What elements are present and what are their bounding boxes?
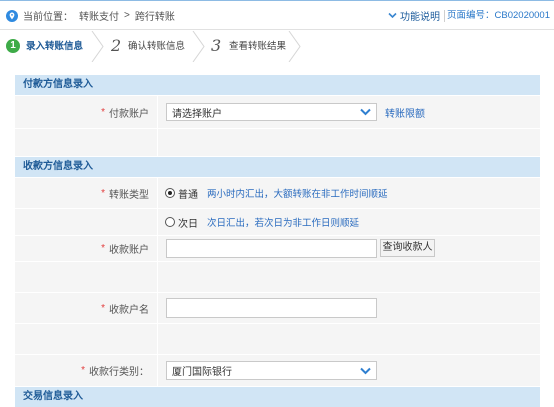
radio-normal-label[interactable]: 普通 — [178, 186, 198, 201]
payer-account-label-text: 付款账户 — [109, 108, 149, 120]
empty-value-cell — [158, 324, 540, 354]
location-prefix: 当前位置： — [23, 12, 73, 23]
payer-spacer-row — [15, 129, 540, 156]
step-1-badge: 1 — [6, 39, 20, 53]
radio-next-day-label[interactable]: 次日 — [178, 215, 198, 230]
payee-name-label: * 收款户名 — [15, 293, 158, 323]
step-arrow-1 — [91, 31, 104, 62]
step-arrow-3 — [288, 31, 301, 62]
required-mark: * — [101, 243, 105, 254]
payee-name-input[interactable] — [167, 299, 376, 317]
empty-label-cell — [15, 324, 158, 354]
transfer-type-option-normal[interactable]: 普通 两小时内汇出，大额转账在非工作时间顺延 — [165, 178, 388, 208]
page-code: 页面编号：CB02020001 — [447, 10, 550, 21]
empty-value-cell — [158, 129, 540, 156]
radio-normal-note: 两小时内汇出，大额转账在非工作时间顺延 — [207, 189, 388, 200]
transfer-type-label: * 转账类型 — [15, 178, 158, 208]
payer-section-header: 付款方信息录入 — [15, 75, 540, 95]
payee-bank-type-select-value: 厦门国际银行 — [172, 367, 232, 378]
payee-section-header: 收款方信息录入 — [15, 157, 540, 177]
payer-account-cell: 请选择账户 转账限额 — [158, 96, 540, 128]
required-mark: * — [101, 106, 105, 118]
payer-account-select-value: 请选择账户 — [172, 108, 222, 120]
chevron-down-icon — [388, 12, 397, 19]
payee-name-cell — [158, 293, 540, 323]
transfer-limit-link[interactable]: 转账限额 — [385, 96, 425, 128]
payee-name-label-text: 收款户名 — [109, 304, 149, 316]
step-3-number: 3 — [211, 36, 222, 55]
payer-account-row: * 付款账户 请选择账户 转账限额 — [15, 96, 540, 128]
payee-spacer-row-2 — [15, 324, 540, 354]
radio-normal[interactable] — [165, 188, 175, 198]
breadcrumb-separator: > — [124, 10, 130, 21]
chevron-down-icon — [360, 367, 371, 375]
transfer-type-label-text: 转账类型 — [109, 189, 149, 201]
payee-account-cell: 查询收款人 — [158, 236, 540, 261]
empty-label-cell — [15, 129, 158, 156]
payee-account-field — [166, 239, 377, 258]
required-mark: * — [101, 302, 105, 314]
step-1-label: 录入转账信息 — [26, 41, 84, 52]
transfer-type-row-2: 次日 次日汇出，若次日为非工作日则顺延 — [15, 209, 540, 235]
transfer-type-row: * 转账类型 普通 两小时内汇出，大额转账在非工作时间顺延 — [15, 178, 540, 208]
help-toggle-button[interactable]: 功能说明 — [388, 9, 440, 23]
payee-account-label: * 收款账户 — [15, 236, 158, 261]
payee-bank-type-label-text: 收款行类别： — [89, 367, 149, 378]
transfer-type-cell-2: 次日 次日汇出，若次日为非工作日则顺延 — [158, 209, 540, 235]
step-arrow-2 — [192, 31, 205, 62]
breadcrumb-link-transfer-payment[interactable]: 转账支付 — [79, 8, 119, 23]
required-mark: * — [101, 187, 105, 199]
location-pin-icon — [6, 9, 18, 22]
breadcrumb-current-page: 跨行转账 — [134, 12, 175, 23]
payee-bank-type-select[interactable]: 厦门国际银行 — [166, 361, 377, 380]
payee-name-field — [166, 298, 377, 318]
transfer-type-option-next-day[interactable]: 次日 次日汇出，若次日为非工作日则顺延 — [165, 209, 359, 235]
payee-bank-type-row: * 收款行类别： 厦门国际银行 — [15, 355, 540, 386]
topbar-divider — [444, 10, 445, 22]
payee-bank-type-cell: 厦门国际银行 — [158, 355, 540, 386]
trade-section-header: 交易信息录入 — [15, 387, 540, 407]
help-label: 功能说明 — [400, 12, 440, 23]
payee-name-row: * 收款户名 — [15, 293, 540, 323]
empty-label-cell — [15, 209, 158, 235]
breadcrumb: 当前位置： 转账支付 > 跨行转账 — [6, 8, 175, 23]
transfer-type-cell: 普通 两小时内汇出，大额转账在非工作时间顺延 — [158, 178, 540, 208]
step-3-label: 查看转账结果 — [229, 41, 287, 52]
payee-account-label-text: 收款账户 — [109, 245, 149, 256]
step-progress-bar: 1 录入转账信息 2 确认转账信息 3 查看转账结果 — [0, 31, 554, 62]
step-2-label: 确认转账信息 — [128, 41, 186, 52]
payer-account-select[interactable]: 请选择账户 — [166, 103, 377, 121]
chevron-down-icon — [360, 108, 371, 116]
payee-account-input[interactable] — [167, 240, 376, 257]
radio-next-day-note: 次日汇出，若次日为非工作日则顺延 — [207, 218, 360, 229]
radio-next-day[interactable] — [165, 217, 175, 227]
payee-account-row: * 收款账户 查询收款人 — [15, 236, 540, 261]
payer-account-label: * 付款账户 — [15, 96, 158, 128]
location-bar: 当前位置： 转账支付 > 跨行转账 功能说明 页面编号：CB02020001 — [0, 1, 554, 30]
step-2-number: 2 — [111, 36, 122, 55]
query-payee-button[interactable]: 查询收款人 — [380, 239, 435, 257]
payee-spacer-row-1 — [15, 262, 540, 292]
payee-bank-type-label: * 收款行类别： — [15, 355, 158, 386]
required-mark: * — [81, 365, 85, 376]
empty-label-cell — [15, 262, 158, 292]
empty-value-cell — [158, 262, 540, 292]
